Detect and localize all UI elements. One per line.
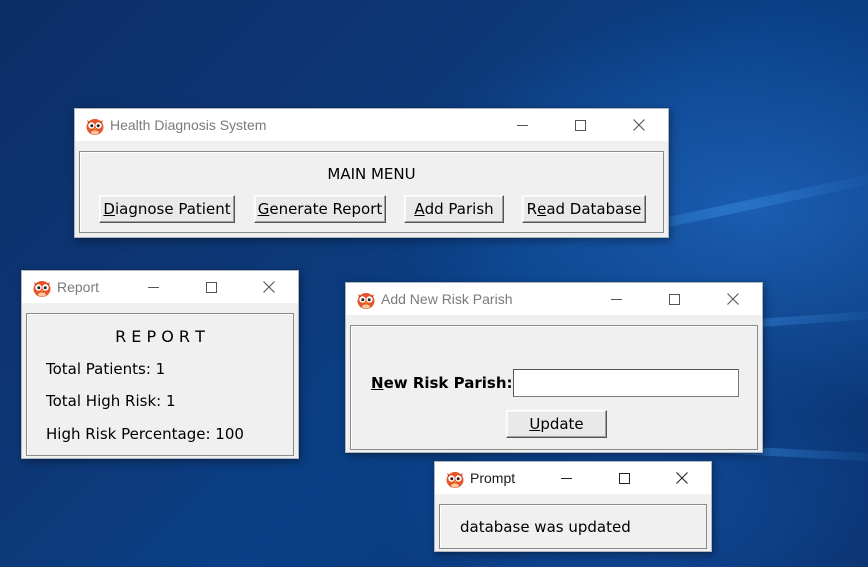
minimize-button[interactable] [593, 283, 639, 315]
close-button[interactable] [616, 109, 662, 141]
report-mnemonic: G [257, 200, 270, 218]
maximize-button[interactable] [557, 109, 603, 141]
add-parish-panel: New Risk Parish: Update [350, 325, 758, 450]
high-risk-percentage-text: High Risk Percentage: 100 [46, 425, 244, 443]
read-label: ad Database [546, 200, 642, 218]
minimize-button[interactable] [543, 462, 589, 494]
parish-mnemonic: A [414, 200, 425, 218]
parish-label: dd Parish [424, 200, 494, 218]
owl-icon [446, 472, 464, 488]
main-window: Health Diagnosis System MAIN MENU Diagno… [74, 108, 669, 238]
report-panel: R E P O R T Total Patients: 1 Total High… [26, 313, 294, 456]
owl-icon [33, 281, 51, 297]
close-icon [633, 119, 645, 131]
window-title: Report [57, 279, 100, 295]
add-parish-titlebar[interactable]: Add New Risk Parish [346, 283, 762, 315]
maximize-button[interactable] [188, 271, 234, 303]
main-menu-heading: MAIN MENU [327, 165, 416, 183]
close-button[interactable] [246, 271, 292, 303]
close-button[interactable] [710, 283, 756, 315]
new-risk-parish-label: New Risk Parish: [371, 374, 513, 392]
diagnose-mnemonic: D [103, 200, 115, 218]
diagnose-label: iagnose Patient [114, 200, 231, 218]
minimize-icon [610, 298, 622, 300]
read-prefix: R [526, 200, 538, 218]
update-mnemonic: U [529, 415, 541, 433]
window-title: Health Diagnosis System [110, 117, 267, 133]
maximize-icon [668, 293, 680, 305]
close-button[interactable] [659, 462, 705, 494]
maximize-icon [618, 472, 630, 484]
report-heading: R E P O R T [115, 327, 205, 346]
main-titlebar[interactable]: Health Diagnosis System [75, 109, 668, 141]
prompt-panel: database was updated [439, 504, 707, 549]
report-titlebar[interactable]: Report [22, 271, 298, 303]
update-label: pdate [540, 415, 584, 433]
prompt-window: Prompt database was updated [434, 461, 712, 552]
minimize-icon [516, 124, 528, 126]
total-patients-text: Total Patients: 1 [46, 360, 166, 378]
report-label: enerate Report [269, 200, 383, 218]
minimize-button[interactable] [130, 271, 176, 303]
add-parish-window: Add New Risk Parish New Risk Parish: Upd… [345, 282, 763, 453]
owl-icon [357, 293, 375, 309]
minimize-icon [147, 286, 159, 288]
maximize-button[interactable] [601, 462, 647, 494]
minimize-button[interactable] [499, 109, 545, 141]
add-parish-button[interactable]: Add Parish [404, 195, 504, 223]
close-icon [727, 293, 739, 305]
diagnose-patient-button[interactable]: Diagnose Patient [99, 195, 235, 223]
main-panel: MAIN MENU Diagnose Patient Generate Repo… [79, 151, 664, 233]
read-database-button[interactable]: Re ad Database [522, 195, 646, 223]
close-icon [263, 281, 275, 293]
window-title: Add New Risk Parish [381, 291, 513, 307]
prompt-titlebar[interactable]: Prompt [435, 462, 711, 494]
maximize-button[interactable] [651, 283, 697, 315]
parish-field-mnemonic: N [371, 374, 384, 392]
window-title: Prompt [470, 470, 516, 486]
report-window: Report R E P O R T Total Patients: 1 Tot… [21, 270, 299, 459]
minimize-icon [560, 477, 572, 479]
close-icon [676, 472, 688, 484]
prompt-message: database was updated [460, 518, 631, 536]
generate-report-button[interactable]: Generate Report [254, 195, 386, 223]
maximize-icon [205, 281, 217, 293]
maximize-icon [574, 119, 586, 131]
owl-icon [86, 119, 104, 135]
parish-field-label: ew Risk Parish: [383, 374, 513, 392]
new-risk-parish-input[interactable] [513, 369, 739, 397]
read-mnemonic: e [537, 200, 547, 218]
total-high-risk-text: Total High Risk: 1 [46, 392, 176, 410]
update-button[interactable]: Update [506, 410, 607, 438]
